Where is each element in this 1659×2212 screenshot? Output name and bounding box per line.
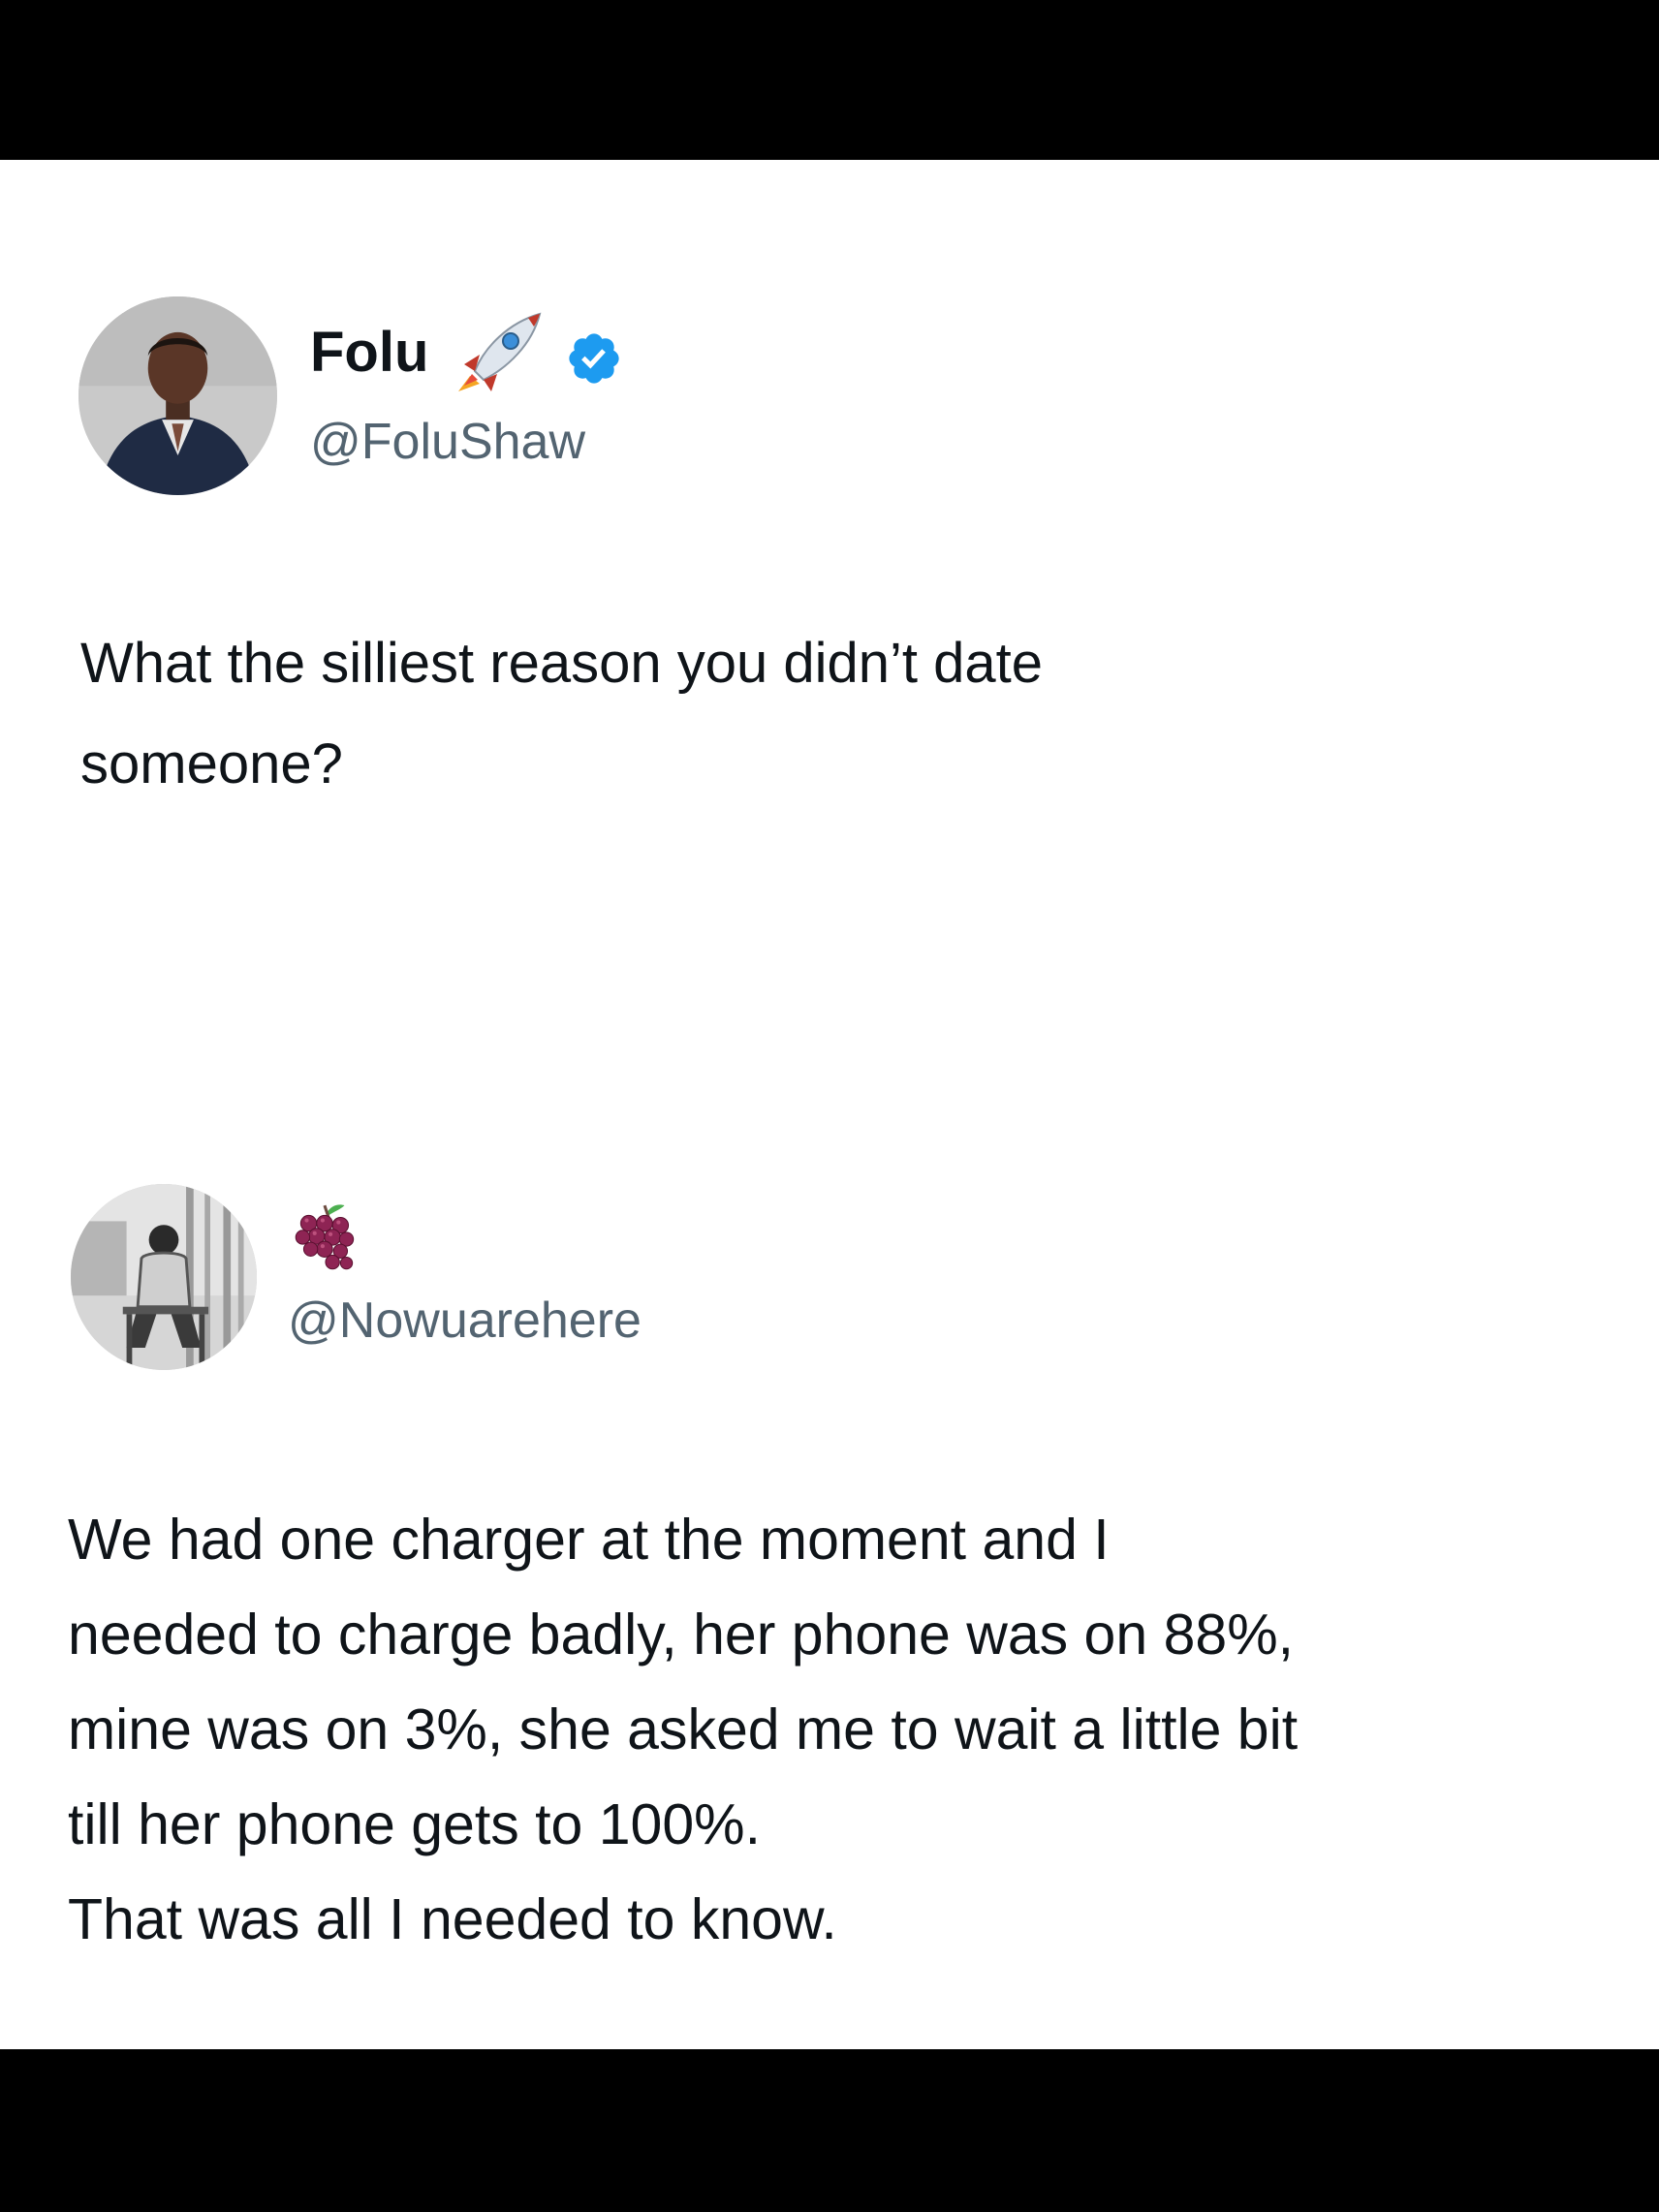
avatar-nowuarehere[interactable] bbox=[71, 1184, 257, 1370]
verified-badge-icon bbox=[569, 333, 619, 384]
display-name[interactable]: Folu bbox=[310, 325, 428, 381]
avatar-portrait-image bbox=[78, 296, 277, 495]
tweet-text: We had one charger at the moment and I n… bbox=[68, 1508, 1299, 1951]
tweet-text: What the silliest reason you didn’t date… bbox=[80, 632, 1043, 795]
top-black-band bbox=[0, 0, 1659, 160]
handle[interactable]: @FoluShaw bbox=[310, 417, 585, 467]
avatar-bw-photo-image bbox=[71, 1184, 257, 1370]
avatar-folushaw[interactable] bbox=[78, 296, 277, 495]
bottom-black-band bbox=[0, 2049, 1659, 2212]
grapes-icon bbox=[295, 1204, 355, 1270]
rocket-icon bbox=[458, 312, 542, 391]
handle[interactable]: @Nowuarehere bbox=[288, 1295, 642, 1346]
